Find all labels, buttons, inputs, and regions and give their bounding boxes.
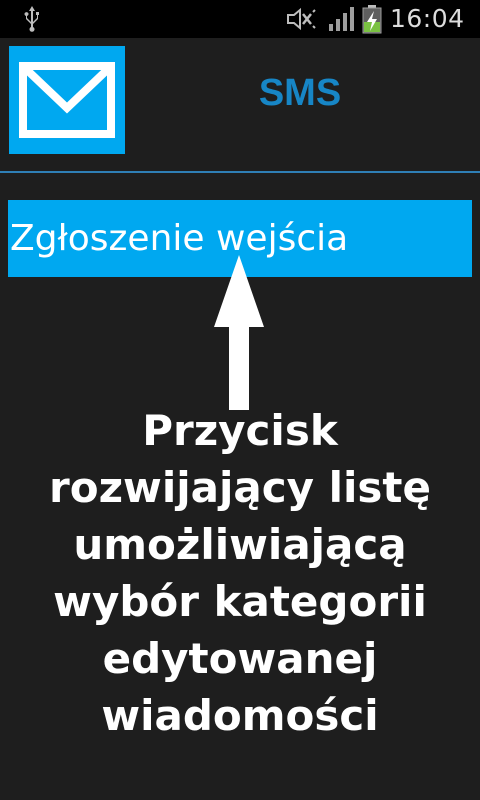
annotation-line: wiadomości xyxy=(101,691,379,740)
signal-icon xyxy=(329,7,354,31)
annotation-text: Przycisk rozwijający listę umożliwiającą… xyxy=(0,402,480,744)
app-header: SMS xyxy=(0,38,480,172)
usb-icon xyxy=(24,6,39,32)
mute-icon xyxy=(287,7,316,31)
annotation-line: edytowanej xyxy=(102,634,378,683)
battery-charging-icon xyxy=(362,5,382,34)
up-arrow-icon xyxy=(214,255,264,410)
annotation-line: wybór kategorii xyxy=(53,577,427,626)
category-dropdown-label: Zgłoszenie wejścia xyxy=(10,218,349,259)
annotation-line: Przycisk xyxy=(142,406,338,455)
app-title: SMS xyxy=(258,72,342,114)
status-clock: 16:04 xyxy=(390,4,465,33)
header-divider xyxy=(0,171,480,173)
envelope-icon xyxy=(9,46,125,154)
annotation-line: umożliwiającą xyxy=(73,520,407,569)
status-bar: 16:04 xyxy=(0,0,480,38)
annotation-line: rozwijający listę xyxy=(49,463,431,512)
